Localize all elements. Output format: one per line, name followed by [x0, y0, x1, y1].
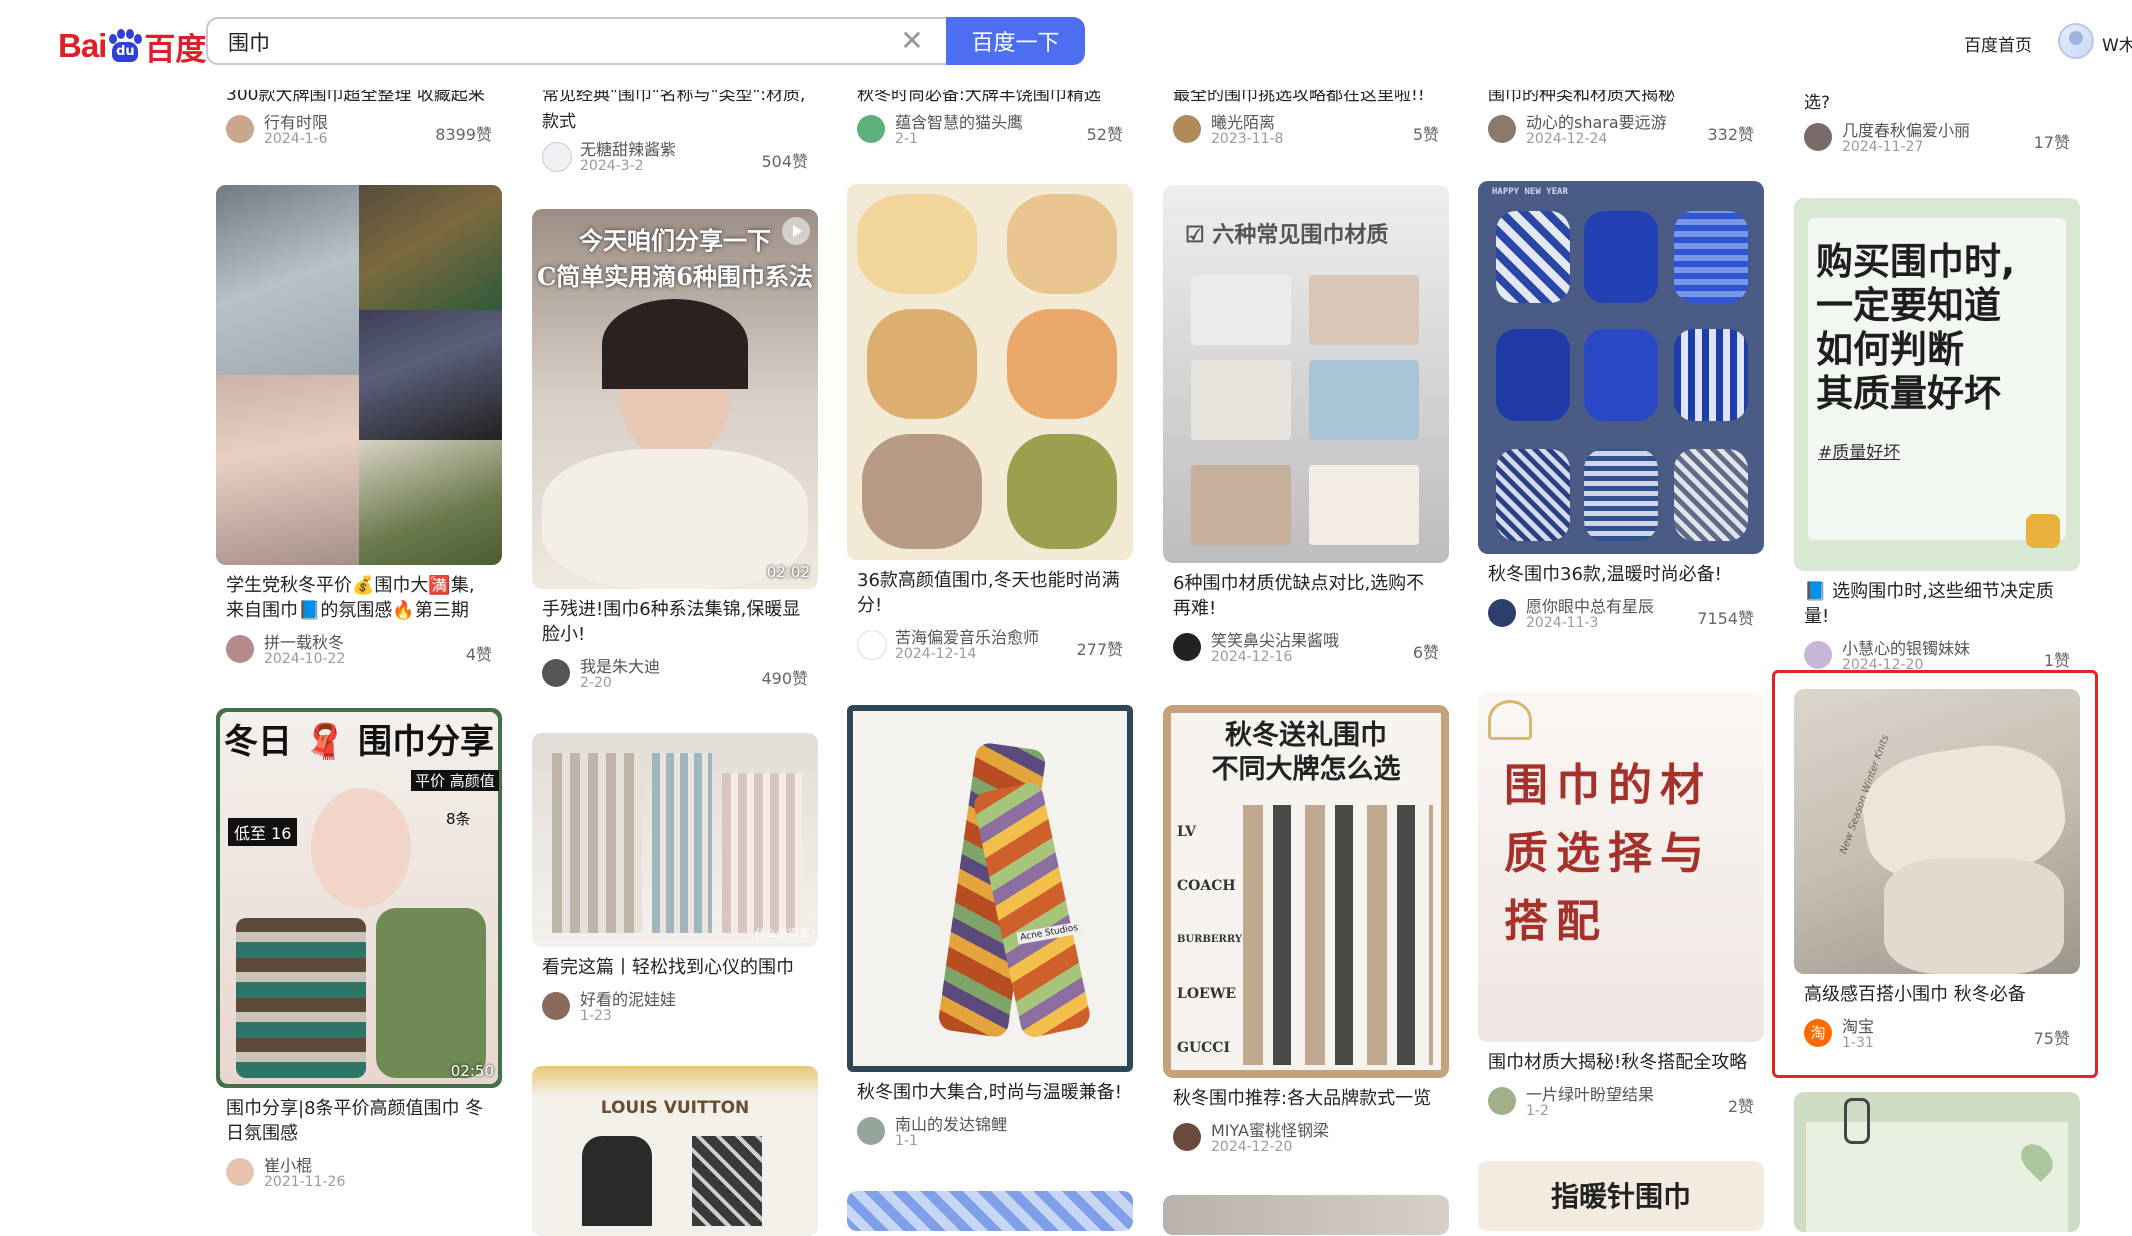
result-card[interactable]: ☑ 六种常见围巾材质 6种围巾材质优缺点对比,选购不再难! 笑笑鼻尖沾果酱哦 20… — [1163, 185, 1449, 667]
top-header: Bai du 百度 ✕ 百度一下 百度首页 W木 — [0, 0, 2132, 90]
card-image[interactable]: HAPPY NEW YEAR — [1478, 181, 1764, 554]
avatar — [857, 115, 885, 143]
card-image[interactable]: 围巾的材 质选择与 搭配 — [1478, 692, 1764, 1042]
avatar — [226, 115, 254, 143]
card-image[interactable]: 购买围巾时, 一定要知道 如何判断 其质量好坏 #质量好坏 — [1794, 198, 2080, 571]
card-image[interactable]: LOUIS VUITTON — [532, 1066, 818, 1236]
result-card[interactable]: 学生党秋冬平价💰围巾大🈵集,来自围巾📘的氛围感🔥第三期 拼一载秋冬 2024-10… — [216, 185, 502, 669]
user-name[interactable]: W木 — [2102, 31, 2132, 56]
search-button[interactable]: 百度一下 — [946, 17, 1085, 65]
card-image[interactable]: 今天咱们分享一下 C简单实用滴6种围巾系法 02:02 — [532, 209, 818, 589]
result-card[interactable]: Acne Studios 秋冬围巾大集合,时尚与温暖兼备! 南山的发达锦鲤 1-1 — [847, 705, 1133, 1151]
avatar — [226, 1158, 254, 1186]
card-image[interactable] — [1163, 1195, 1449, 1235]
result-card[interactable] — [1163, 1195, 1449, 1235]
result-card[interactable]: 36款高颜值围巾,冬天也能时尚满分! 苦海偏爱音乐治愈师 2024-12-14 2… — [847, 184, 1133, 664]
avatar — [1173, 633, 1201, 661]
baidu-logo[interactable]: Bai du 百度 — [58, 26, 206, 68]
heart-icon — [1488, 700, 1532, 740]
user-avatar[interactable] — [2058, 23, 2094, 59]
thumbs-up-icon — [2026, 514, 2060, 548]
avatar — [1804, 641, 1832, 669]
card-image[interactable]: 指暖针围巾 — [1478, 1161, 1764, 1231]
card-image[interactable] — [216, 185, 502, 565]
card-image[interactable] — [1794, 1092, 2080, 1232]
result-card[interactable]: 今天咱们分享一下 C简单实用滴6种围巾系法 02:02 手残进!围巾6种系法集锦… — [532, 209, 818, 693]
avatar — [542, 142, 572, 172]
avatar — [1173, 1123, 1201, 1151]
result-card[interactable] — [847, 1191, 1133, 1231]
paw-icon: du — [107, 29, 143, 63]
paperclip-icon — [1844, 1098, 1870, 1144]
avatar — [1488, 115, 1516, 143]
card-image[interactable] — [847, 1191, 1133, 1231]
avatar — [857, 630, 887, 660]
result-card[interactable]: LOUIS VUITTON — [532, 1066, 818, 1236]
card-image[interactable]: ☑ 六种常见围巾材质 — [1163, 185, 1449, 563]
avatar — [542, 992, 570, 1020]
avatar — [1488, 599, 1516, 627]
avatar — [226, 635, 254, 663]
result-card[interactable]: 秋冬送礼围巾 不同大牌怎么选 LV COACH BURBERRY LOEWE GUCCI… — [1163, 705, 1449, 1157]
card-image[interactable]: 冬日 🧣 围巾分享 平价 高颜值 8条 低至 16 02:50 — [216, 708, 502, 1088]
result-card[interactable]: HAPPY NEW YEAR 秋冬围巾36款,温暖时尚必备! 愿你眼中总有星辰 2… — [1478, 181, 1764, 633]
result-card[interactable] — [1794, 1092, 2080, 1232]
result-card[interactable]: New Season Winter Knits 高级感百搭小围巾 秋冬必备 淘 … — [1794, 689, 2080, 1053]
play-icon[interactable] — [782, 217, 810, 245]
avatar — [857, 1117, 885, 1145]
taobao-logo-icon: 淘 — [1804, 1019, 1832, 1047]
result-card[interactable]: 围巾的材 质选择与 搭配 围巾材质大揭秘!秋冬搭配全攻略 一片绿叶盼望结果 1-2… — [1478, 692, 1764, 1121]
result-card[interactable]: 购买围巾时, 一定要知道 如何判断 其质量好坏 #质量好坏 📘 选购围巾时,这些… — [1794, 198, 2080, 675]
card-image[interactable] — [847, 184, 1133, 560]
result-card[interactable]: 指暖针围巾 — [1478, 1161, 1764, 1231]
clear-icon[interactable]: ✕ — [897, 26, 927, 56]
result-card[interactable]: 冬日 🧣 围巾分享 平价 高颜值 8条 低至 16 02:50 围巾分享|8条平… — [216, 708, 502, 1192]
card-image[interactable]: 秋冬送礼围巾 不同大牌怎么选 LV COACH BURBERRY LOEWE GUCCI — [1163, 705, 1449, 1078]
avatar — [542, 659, 570, 687]
search-box — [206, 17, 946, 65]
card-image[interactable]: 什么值得买 — [532, 733, 818, 947]
baidu-home-link[interactable]: 百度首页 — [1964, 31, 2032, 56]
avatar — [1173, 115, 1201, 143]
avatar — [1804, 123, 1832, 151]
card-image[interactable]: New Season Winter Knits — [1794, 689, 2080, 974]
search-input[interactable] — [226, 25, 870, 59]
card-image[interactable]: Acne Studios — [847, 705, 1133, 1072]
avatar — [1488, 1087, 1516, 1115]
result-card[interactable]: 什么值得买 看完这篇丨轻松找到心仪的围巾 好看的泥娃娃 1-23 — [532, 733, 818, 1026]
